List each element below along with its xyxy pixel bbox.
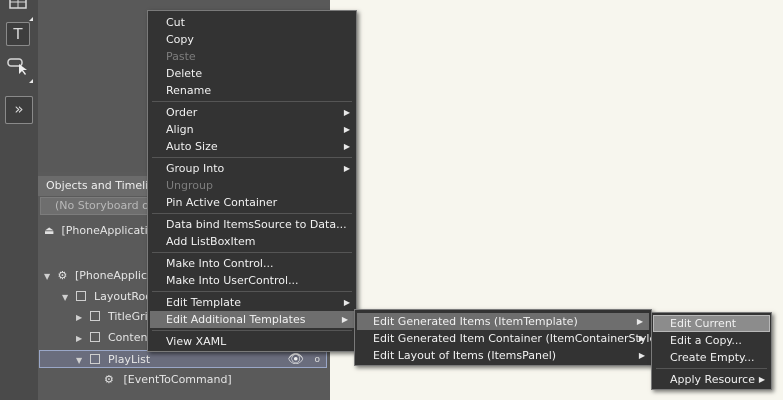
menu-separator xyxy=(152,330,352,331)
tree-row-label: [EventToCommand] xyxy=(123,373,232,386)
menu-item-label: Align xyxy=(166,123,194,136)
tree-row-eventtocommand[interactable]: ⚙ [EventToCommand] xyxy=(104,371,232,389)
menu-item-delete[interactable]: Delete xyxy=(148,65,356,82)
menu-item-auto-size[interactable]: Auto Size ▶ xyxy=(148,138,356,155)
tree-row-label: Content xyxy=(108,331,152,344)
tree-row-phone-app[interactable]: ▼ ⚙ [PhoneApplicat xyxy=(44,267,158,285)
menu-item-ungroup: Ungroup xyxy=(166,179,213,192)
submenu-arrow-icon: ▶ xyxy=(341,315,348,324)
menu-item-pin-active-container[interactable]: Pin Active Container xyxy=(148,194,356,211)
submenu-arrow-icon: ▶ xyxy=(343,125,350,134)
menu-item-edit-additional-templates[interactable]: Edit Additional Templates ▶ xyxy=(150,311,354,328)
phone-page-icon: ⏏ xyxy=(44,224,55,237)
menu-separator xyxy=(152,291,352,292)
expand-arrow-icon[interactable]: ▼ xyxy=(62,289,72,307)
tree-row-playlist[interactable]: ▼ PlayList 👁 o xyxy=(39,350,327,368)
menu-item-label: Edit Template xyxy=(166,296,241,309)
behavior-icon: ⚙ xyxy=(104,373,114,386)
menu-item-apply-resource[interactable]: Apply Resource ▶ xyxy=(652,371,771,388)
submenu-arrow-icon: ▶ xyxy=(343,142,350,151)
expand-arrow-icon[interactable]: ▼ xyxy=(76,352,86,370)
menu-item-label: Edit Generated Items (ItemTemplate) xyxy=(373,315,578,328)
expand-arrow-icon[interactable]: ▶ xyxy=(76,309,86,327)
menu-item-edit-a-copy[interactable]: Edit a Copy... xyxy=(652,332,771,349)
submenu-arrow-icon: ▶ xyxy=(343,164,350,173)
menu-separator xyxy=(152,252,352,253)
text-tool-glyph: T xyxy=(13,25,23,43)
menu-item-order[interactable]: Order ▶ xyxy=(148,104,356,121)
menu-item-edit-generated-items[interactable]: Edit Generated Items (ItemTemplate) ▶ xyxy=(357,313,649,330)
menu-item-label: Order xyxy=(166,106,198,119)
menu-item-edit-layout-of-items[interactable]: Edit Layout of Items (ItemsPanel) ▶ xyxy=(355,347,651,364)
tool-strip: T » xyxy=(0,0,38,400)
submenu-arrow-icon: ▶ xyxy=(636,317,643,326)
menu-item-edit-template[interactable]: Edit Template ▶ xyxy=(148,294,356,311)
grid-node-icon xyxy=(89,311,100,321)
visibility-eye-icon[interactable]: 👁 xyxy=(287,351,304,369)
menu-separator xyxy=(152,157,352,158)
menu-item-align[interactable]: Align ▶ xyxy=(148,121,356,138)
menu-item-create-empty[interactable]: Create Empty... xyxy=(652,349,771,366)
expand-arrow-icon[interactable]: ▶ xyxy=(76,330,86,348)
grid-node-icon xyxy=(89,332,100,342)
phone-app-icon: ⚙ xyxy=(57,269,68,282)
menu-item-label: Edit Generated Item Container (ItemConta… xyxy=(373,332,661,345)
submenu-arrow-icon: ▶ xyxy=(343,298,350,307)
lock-toggle-icon[interactable]: o xyxy=(314,351,320,369)
submenu-arrow-icon: ▶ xyxy=(343,108,350,117)
menu-item-cut[interactable]: Cut xyxy=(148,14,356,31)
tree-row-titlegrid[interactable]: ▶ TitleGrid xyxy=(76,308,155,326)
menu-item-edit-generated-item-container[interactable]: Edit Generated Item Container (ItemConta… xyxy=(355,330,660,347)
grid-node-icon xyxy=(75,291,86,301)
tree-row-label: [PhoneApplicat xyxy=(75,269,159,282)
menu-item-label: Edit Layout of Items (ItemsPanel) xyxy=(373,349,557,362)
menu-item-label: Group Into xyxy=(166,162,225,175)
additional-templates-submenu: Edit Generated Items (ItemTemplate) ▶ Ed… xyxy=(354,309,660,366)
listbox-node-icon xyxy=(89,354,100,364)
menu-item-make-into-control[interactable]: Make Into Control... xyxy=(148,255,356,272)
tree-row-phone-page[interactable]: ⏏ [PhoneApplicatio xyxy=(44,222,154,240)
text-tool-icon[interactable]: T xyxy=(6,22,30,46)
tree-row-layoutroot[interactable]: ▼ LayoutRoot xyxy=(62,288,156,306)
menu-item-label: Edit Additional Templates xyxy=(166,313,306,326)
menu-item-label: Auto Size xyxy=(166,140,218,153)
menu-item-make-into-usercontrol[interactable]: Make Into UserControl... xyxy=(148,272,356,289)
menu-item-label: Apply Resource xyxy=(670,373,755,386)
menu-item-rename[interactable]: Rename xyxy=(148,82,356,99)
context-menu: Cut Copy Paste Delete Rename Order ▶ Ali… xyxy=(147,10,357,352)
expand-arrow-icon[interactable]: ▼ xyxy=(44,268,54,286)
menu-item-edit-current[interactable]: Edit Current xyxy=(653,315,770,332)
menu-item-data-bind-itemssource[interactable]: Data bind ItemsSource to Data... xyxy=(148,216,356,233)
expand-icon[interactable]: » xyxy=(5,96,33,124)
menu-item-group-into[interactable]: Group Into ▶ xyxy=(148,160,356,177)
menu-item-copy[interactable]: Copy xyxy=(148,31,356,48)
menu-item-view-xaml[interactable]: View XAML xyxy=(148,333,356,350)
menu-separator xyxy=(152,101,352,102)
tree-row-content[interactable]: ▶ Content xyxy=(76,329,152,347)
selection-tool-icon[interactable] xyxy=(6,56,33,83)
menu-separator xyxy=(152,213,352,214)
expand-glyph: » xyxy=(14,100,24,118)
tree-row-label: [PhoneApplicatio xyxy=(61,224,155,237)
item-template-submenu: Edit Current Edit a Copy... Create Empty… xyxy=(651,312,772,390)
menu-separator xyxy=(656,368,767,369)
tree-row-label: PlayList xyxy=(108,353,151,366)
submenu-arrow-icon: ▶ xyxy=(638,351,645,360)
grid-tool-icon[interactable] xyxy=(6,0,33,21)
menu-item-paste: Paste xyxy=(166,50,196,63)
submenu-arrow-icon: ▶ xyxy=(758,375,765,384)
menu-item-add-listboxitem[interactable]: Add ListBoxItem xyxy=(148,233,356,250)
submenu-arrow-icon: ▶ xyxy=(638,334,645,343)
